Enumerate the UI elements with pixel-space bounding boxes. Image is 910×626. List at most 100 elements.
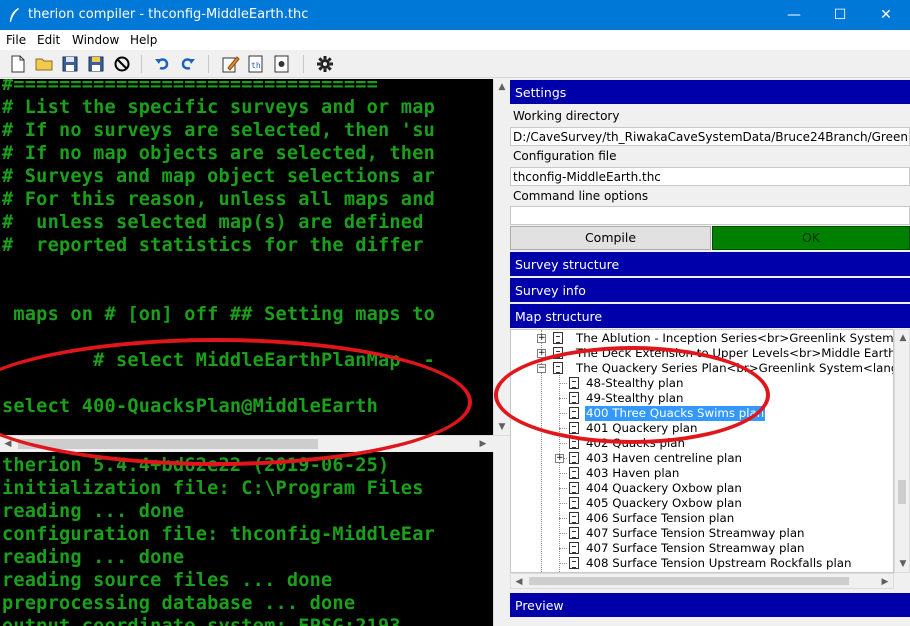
- map-icon: [569, 527, 579, 539]
- edit-icon[interactable]: [220, 54, 240, 74]
- map-icon: [569, 542, 579, 554]
- svg-text:th: th: [251, 61, 261, 70]
- menu-window[interactable]: Window: [72, 33, 119, 47]
- survey-structure-header[interactable]: Survey structure: [510, 252, 910, 276]
- tree-item-label: The Ablution - Inception Series<br>Green…: [576, 331, 894, 345]
- tree-item[interactable]: 407 Surface Tension Streamway plan: [511, 541, 893, 556]
- map-structure-tree[interactable]: + The Ablution - Inception Series<br>Gre…: [510, 329, 894, 573]
- scroll-right-icon[interactable]: ▶: [877, 574, 893, 590]
- minimize-button[interactable]: —: [771, 0, 817, 30]
- settings-icon[interactable]: [272, 54, 292, 74]
- tree-item[interactable]: 402 Quacks plan: [511, 436, 893, 451]
- tree-item[interactable]: + The Ablution - Inception Series<br>Gre…: [511, 331, 894, 346]
- scroll-left-icon[interactable]: ◀: [511, 574, 527, 590]
- open-folder-icon[interactable]: [34, 54, 54, 74]
- editor-vertical-scrollbar[interactable]: ▲ ▼: [493, 79, 510, 435]
- tree-item-label: 403 Haven centreline plan: [586, 451, 743, 465]
- tree-item-label: 400 Three Quacks Swims plan: [585, 406, 766, 421]
- settings-header[interactable]: Settings: [510, 80, 910, 104]
- menu-edit[interactable]: Edit: [37, 33, 60, 47]
- preview-header[interactable]: Preview: [510, 593, 910, 617]
- tree-horizontal-scrollbar[interactable]: ◀ ▶: [510, 573, 894, 589]
- scroll-thumb[interactable]: [18, 439, 318, 449]
- tree-item-label: 401 Quackery plan: [586, 421, 698, 435]
- compile-icon[interactable]: th: [246, 54, 266, 74]
- tree-item[interactable]: 407 Surface Tension Streamway plan: [511, 526, 893, 541]
- tree-item[interactable]: + 403 Haven centreline plan: [511, 451, 893, 466]
- log-line: preprocessing database ... done: [2, 593, 356, 614]
- toolbar: th: [0, 50, 910, 78]
- working-dir-label: Working directory: [513, 109, 620, 123]
- tree-item[interactable]: 48-Stealthy plan: [511, 376, 893, 391]
- gear-icon[interactable]: [315, 54, 335, 74]
- tree-item-label: 407 Surface Tension Streamway plan: [586, 526, 805, 540]
- tree-item-label: 403 Haven plan: [586, 466, 680, 480]
- log-line: initialization file: C:\Program Files: [2, 478, 424, 499]
- maximize-icon: ☐: [833, 7, 847, 23]
- tree-item-selected[interactable]: 400 Three Quacks Swims plan: [511, 406, 893, 421]
- expand-icon[interactable]: +: [555, 454, 564, 463]
- editor-line: #================================: [2, 79, 379, 95]
- toolbar-separator: [303, 55, 304, 73]
- editor-line: # List the specific surveys and or map: [2, 97, 435, 118]
- ok-status-button[interactable]: OK: [712, 226, 910, 250]
- map-icon: [569, 392, 579, 404]
- menu-help[interactable]: Help: [130, 33, 157, 47]
- menu-file[interactable]: File: [6, 33, 26, 47]
- compile-button[interactable]: Compile: [510, 226, 711, 250]
- log-vertical-scrollbar[interactable]: [493, 452, 510, 626]
- close-file-icon[interactable]: [112, 54, 132, 74]
- tree-item[interactable]: 49-Stealthy plan: [511, 391, 893, 406]
- editor-line: select 400-QuacksPlan@MiddleEarth: [2, 396, 379, 417]
- map-icon: [569, 407, 579, 419]
- working-dir-field[interactable]: D:/CaveSurvey/th_RiwakaCaveSystemData/Br…: [510, 127, 910, 146]
- new-file-icon[interactable]: [8, 54, 28, 74]
- log-line: reading ... done: [2, 547, 185, 568]
- map-icon: [569, 422, 579, 434]
- tree-item-label: The Deck Extension to Upper Levels<br>Mi…: [576, 346, 894, 360]
- scroll-thumb[interactable]: [529, 577, 849, 585]
- tree-item[interactable]: − The Quackery Series Plan<br>Greenlink …: [511, 361, 893, 376]
- code-editor[interactable]: #================================ # List…: [0, 79, 493, 435]
- undo-icon[interactable]: [152, 54, 172, 74]
- redo-icon[interactable]: [178, 54, 198, 74]
- scroll-thumb[interactable]: [898, 480, 906, 504]
- map-structure-header[interactable]: Map structure: [510, 304, 910, 328]
- tree-item-label: 402 Quacks plan: [586, 436, 685, 450]
- tree-item[interactable]: 405 Quackery Oxbow plan: [511, 496, 893, 511]
- tree-vertical-scrollbar[interactable]: ▲ ▼: [894, 329, 910, 573]
- config-file-field[interactable]: thconfig-MiddleEarth.thc: [510, 167, 910, 186]
- tree-item[interactable]: 408 Surface Tension Upstream Rockfalls p…: [511, 556, 893, 571]
- save-all-icon[interactable]: [86, 54, 106, 74]
- survey-info-header[interactable]: Survey info: [510, 278, 910, 302]
- scroll-left-icon[interactable]: ◀: [0, 436, 16, 452]
- tree-item[interactable]: 406 Surface Tension plan: [511, 511, 893, 526]
- save-icon[interactable]: [60, 54, 80, 74]
- tree-item[interactable]: 404 Quackery Oxbow plan: [511, 481, 893, 496]
- tree-item-label: 407 Surface Tension Streamway plan: [586, 541, 805, 555]
- scroll-down-icon[interactable]: ▼: [895, 556, 910, 572]
- window-title: therion compiler - thconfig-MiddleEarth.…: [28, 7, 309, 22]
- scroll-up-icon[interactable]: ▲: [494, 79, 510, 95]
- expand-icon[interactable]: +: [537, 334, 546, 343]
- tree-item[interactable]: 403 Haven plan: [511, 466, 893, 481]
- editor-horizontal-scrollbar[interactable]: ◀ ▶: [0, 435, 510, 452]
- tree-item[interactable]: + The Deck Extension to Upper Levels<br>…: [511, 346, 894, 361]
- expand-icon[interactable]: +: [537, 349, 546, 358]
- log-line: reading ... done: [2, 501, 185, 522]
- scroll-right-icon[interactable]: ▶: [475, 436, 491, 452]
- minimize-icon: —: [787, 7, 801, 23]
- scroll-down-icon[interactable]: ▼: [494, 419, 510, 435]
- editor-line: # If no map objects are selected, then: [2, 143, 435, 164]
- editor-line: # For this reason, unless all maps and: [2, 189, 435, 210]
- scroll-up-icon[interactable]: ▲: [895, 330, 910, 346]
- maximize-button[interactable]: ☐: [817, 0, 863, 30]
- map-icon: [553, 332, 563, 344]
- compiler-log: therion 5.4.4+bd62e22 (2019-06-25) initi…: [0, 452, 493, 626]
- tree-item[interactable]: 401 Quackery plan: [511, 421, 893, 436]
- editor-line: # unless selected map(s) are defined: [2, 212, 424, 233]
- close-button[interactable]: ✕: [863, 0, 909, 30]
- close-icon: ✕: [880, 7, 892, 23]
- cmdline-field[interactable]: [510, 206, 910, 225]
- collapse-icon[interactable]: −: [537, 364, 546, 373]
